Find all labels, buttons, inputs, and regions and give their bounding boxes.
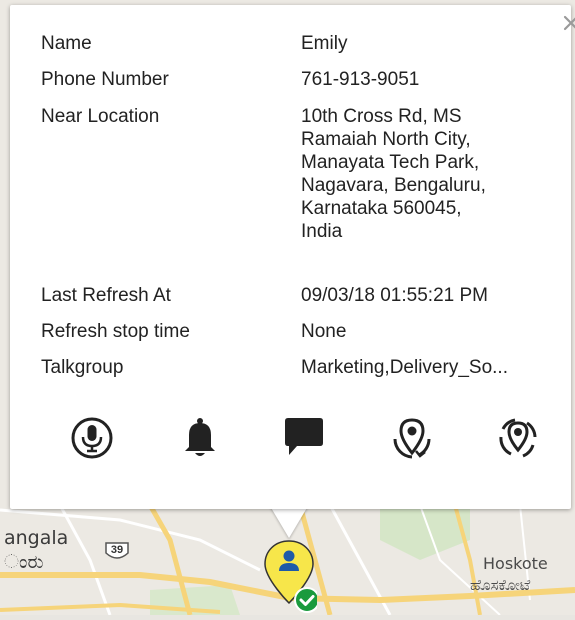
user-location-marker[interactable] (261, 537, 320, 615)
info-label: Phone Number (41, 69, 169, 90)
refresh-location-button[interactable] (495, 415, 541, 461)
location-refresh-icon (499, 418, 537, 458)
track-location-button[interactable] (389, 415, 435, 461)
info-label: Near Location (41, 106, 160, 127)
check-status-icon (294, 587, 320, 613)
alert-button[interactable] (177, 415, 223, 461)
info-list[interactable]: Name Emily Phone Number 761-913-9051 Nea… (10, 5, 571, 401)
map-label-hoskote: Hoskote (483, 554, 548, 573)
info-value: 761-913-9051 (301, 69, 420, 90)
message-button[interactable] (281, 415, 327, 461)
info-popup: Name Emily Phone Number 761-913-9051 Nea… (10, 5, 575, 509)
popup-pointer (270, 506, 308, 538)
microphone-icon (71, 417, 113, 459)
info-value: None (301, 321, 347, 342)
info-value: 09/03/18 01:55:21 PM (301, 285, 488, 306)
info-value: Emily (301, 33, 348, 54)
location-track-icon (393, 418, 431, 459)
highway-shield: 39 (104, 541, 130, 561)
info-value: 10th Cross Rd, MS Ramaiah North City, Ma… (301, 106, 486, 242)
chat-bubble-icon (285, 418, 323, 455)
map-label-hoskote-local: ಹೊಸಕೋಟೆ (470, 576, 531, 594)
info-label: Talkgroup (41, 357, 124, 378)
info-label: Name (41, 33, 92, 54)
map-label-bangalore: angala (4, 527, 69, 549)
action-bar (10, 415, 571, 465)
info-label: Refresh stop time (41, 321, 190, 342)
highway-shield-number: 39 (110, 544, 124, 556)
map-label-bangalore-local: ಂರು (4, 551, 44, 573)
info-value: Marketing,Delivery_So... (301, 357, 508, 378)
bell-icon (185, 418, 215, 456)
push-to-talk-button[interactable] (69, 415, 115, 461)
info-label: Last Refresh At (41, 285, 171, 306)
